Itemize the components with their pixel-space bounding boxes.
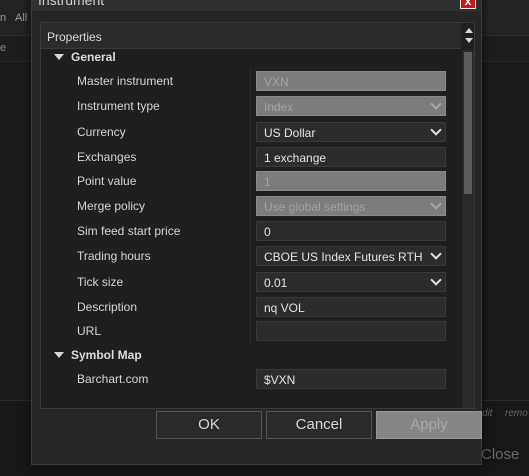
row-exchanges: Exchanges 1 exchange bbox=[41, 146, 461, 168]
property-label: Instrument type bbox=[77, 99, 160, 113]
row-description: Description nq VOL bbox=[41, 296, 461, 318]
apply-button: Apply bbox=[376, 411, 482, 439]
barchart-symbol-field[interactable]: $VXN bbox=[256, 369, 446, 389]
property-label: Merge policy bbox=[77, 199, 146, 213]
chevron-down-icon[interactable] bbox=[430, 248, 442, 260]
property-label: Barchart.com bbox=[77, 372, 149, 386]
background-close-button[interactable]: Close bbox=[481, 446, 519, 463]
trading-hours-select[interactable]: CBOE US Index Futures RTH bbox=[256, 246, 446, 266]
row-instrument-type: Instrument type Index bbox=[41, 95, 461, 117]
collapse-triangle-icon[interactable] bbox=[54, 352, 64, 358]
ok-button[interactable]: OK bbox=[156, 411, 262, 439]
section-title: Symbol Map bbox=[71, 348, 142, 362]
row-sim-feed-start-price: Sim feed start price 0 bbox=[41, 220, 461, 242]
property-label: Trading hours bbox=[77, 249, 151, 263]
property-label: Tick size bbox=[77, 275, 124, 289]
merge-policy-value: Use global settings bbox=[264, 200, 366, 214]
tick-size-value: 0.01 bbox=[264, 276, 288, 290]
chevron-down-icon bbox=[430, 198, 442, 210]
scrollbar-thumb[interactable] bbox=[464, 52, 472, 194]
description-field[interactable]: nq VOL bbox=[256, 297, 446, 317]
sim-feed-start-price-field[interactable]: 0 bbox=[256, 221, 446, 241]
properties-header-label: Properties bbox=[47, 30, 102, 44]
chevron-down-icon[interactable] bbox=[430, 274, 442, 286]
scroll-up-icon[interactable] bbox=[465, 28, 473, 33]
row-point-value: Point value 1 bbox=[41, 170, 461, 192]
chevron-down-icon[interactable] bbox=[430, 124, 442, 136]
row-trading-hours: Trading hours CBOE US Index Futures RTH bbox=[41, 245, 461, 267]
property-grid: Properties General Master instrument VXN… bbox=[40, 22, 475, 409]
exchanges-field[interactable]: 1 exchange bbox=[256, 147, 446, 167]
header-spinner[interactable] bbox=[463, 24, 474, 48]
property-label: Sim feed start price bbox=[77, 224, 181, 238]
background-remove-link[interactable]: remo bbox=[505, 408, 528, 419]
property-label: URL bbox=[77, 324, 102, 338]
cancel-button[interactable]: Cancel bbox=[266, 411, 372, 439]
currency-select[interactable]: US Dollar bbox=[256, 122, 446, 142]
trading-hours-value: CBOE US Index Futures RTH bbox=[264, 250, 423, 264]
row-merge-policy: Merge policy Use global settings bbox=[41, 195, 461, 217]
property-label: Description bbox=[77, 300, 138, 314]
row-tick-size: Tick size 0.01 bbox=[41, 271, 461, 293]
property-label: Currency bbox=[77, 125, 126, 139]
property-label: Point value bbox=[77, 174, 137, 188]
background-tab-all[interactable]: All bbox=[15, 12, 27, 24]
instrument-dialog: Instrument x Properties General Master i… bbox=[31, 0, 482, 465]
master-instrument-field: VXN bbox=[256, 71, 446, 91]
url-field[interactable] bbox=[256, 321, 446, 341]
section-symbol-map[interactable]: Symbol Map bbox=[41, 344, 461, 366]
section-title: General bbox=[71, 50, 116, 64]
point-value-field: 1 bbox=[256, 171, 446, 191]
row-url: URL bbox=[41, 320, 461, 342]
row-currency: Currency US Dollar bbox=[41, 121, 461, 143]
scroll-down-icon[interactable] bbox=[465, 38, 473, 43]
background-row-text: e bbox=[0, 42, 7, 54]
dialog-titlebar[interactable]: Instrument x bbox=[32, 0, 481, 11]
vertical-scrollbar[interactable] bbox=[462, 50, 474, 408]
close-icon[interactable]: x bbox=[460, 0, 476, 9]
tick-size-select[interactable]: 0.01 bbox=[256, 272, 446, 292]
row-master-instrument: Master instrument VXN bbox=[41, 70, 461, 92]
section-general[interactable]: General bbox=[41, 46, 461, 68]
instrument-type-value: Index bbox=[264, 100, 294, 114]
currency-value: US Dollar bbox=[264, 126, 316, 140]
property-label: Master instrument bbox=[77, 74, 174, 88]
collapse-triangle-icon[interactable] bbox=[54, 54, 64, 60]
dialog-title: Instrument bbox=[38, 0, 105, 8]
background-toolbar-text: n bbox=[0, 12, 7, 24]
background-edit-link[interactable]: dit bbox=[482, 408, 493, 419]
merge-policy-select: Use global settings bbox=[256, 196, 446, 216]
instrument-type-select: Index bbox=[256, 96, 446, 116]
chevron-down-icon bbox=[430, 98, 442, 110]
property-label: Exchanges bbox=[77, 150, 137, 164]
row-barchart: Barchart.com $VXN bbox=[41, 368, 461, 390]
